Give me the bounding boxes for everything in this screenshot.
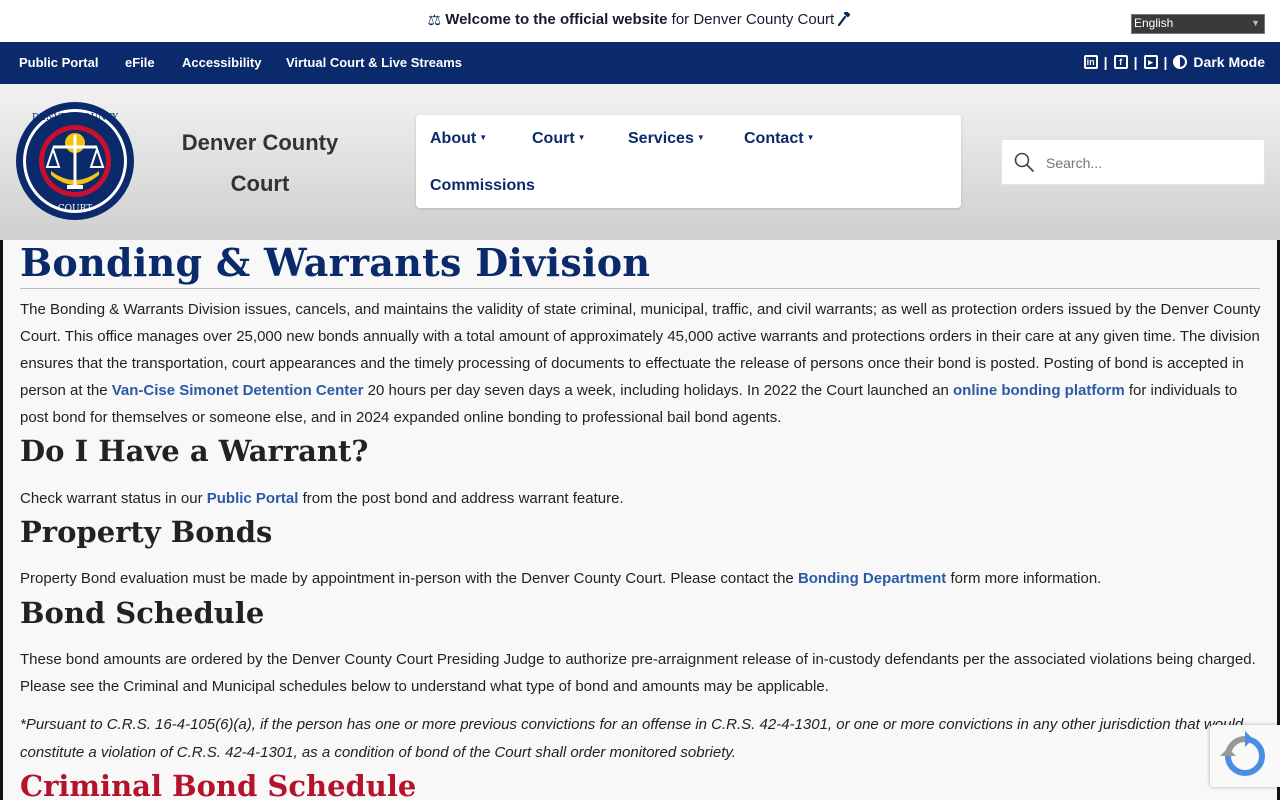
property-paragraph: Property Bond evaluation must be made by… [20,565,1265,592]
util-link-efile[interactable]: eFile [125,55,155,70]
util-link-accessibility[interactable]: Accessibility [182,55,262,70]
nav-label: About [430,130,477,147]
welcome-strong: Welcome to the official website [445,11,668,28]
search-box [1001,139,1265,185]
page-title: Bonding & Warrants Division [20,240,651,285]
nav-label: Services [628,130,694,147]
search-icon [1014,152,1034,172]
language-select[interactable]: English ▼ [1131,14,1265,34]
nav-item-commissions[interactable]: Commissions [430,177,535,195]
gavel-icon [838,10,852,29]
intro-text-2: 20 hours per day seven days a week, incl… [363,382,954,399]
sobriety-note: *Pursuant to C.R.S. 16-4-105(6)(a), if t… [20,716,1244,761]
util-link-virtual-court[interactable]: Virtual Court & Live Streams [286,55,462,70]
schedule-paragraph: These bond amounts are ordered by the De… [20,651,1256,695]
site-name[interactable]: Denver County Court [160,122,360,204]
intro-paragraph: The Bonding & Warrants Division issues, … [20,296,1265,431]
linkedin-icon[interactable]: in [1083,55,1098,69]
recaptcha-icon [1220,731,1265,776]
search-input[interactable] [1046,152,1246,174]
nav-item-contact[interactable]: Contact ▼ [744,130,814,148]
nav-label: Contact [744,130,804,147]
nav-item-services[interactable]: Services ▼ [628,130,705,148]
nav-item-about[interactable]: About ▼ [430,130,487,148]
util-link-public-portal[interactable]: Public Portal [19,55,98,70]
criminal-schedule-heading: Criminal Bond Schedule [20,769,417,800]
divider: | [1133,54,1138,70]
warrant-heading: Do I Have a Warrant? [20,434,369,468]
social-links: in | f | ▸ | Dark Mode [1083,54,1265,70]
warrant-text-2: from the post bond and address warrant f… [298,490,624,507]
welcome-message: ⚖ Welcome to the official website for De… [0,10,1280,29]
detention-center-link[interactable]: Van-Cise Simonet Detention Center [112,382,364,399]
warrant-paragraph: Check warrant status in our Public Porta… [20,485,1265,512]
chevron-down-icon: ▼ [1251,18,1260,28]
seal-bottom-text: COURT [58,204,92,214]
contrast-icon[interactable] [1173,55,1188,69]
scales-icon: ⚖ [427,12,442,29]
property-heading: Property Bonds [20,515,273,549]
caret-down-icon: ▼ [806,133,815,142]
utility-nav: Public Portal eFile Accessibility Virtua… [0,42,1280,84]
welcome-bar: ⚖ Welcome to the official website for De… [0,0,1280,42]
divider: | [1103,54,1108,70]
facebook-icon[interactable]: f [1113,55,1128,69]
public-portal-link[interactable]: Public Portal [207,490,299,507]
property-text-2: form more information. [946,570,1102,587]
recaptcha-badge[interactable] [1210,725,1280,787]
caret-down-icon: ▼ [479,133,488,142]
youtube-icon[interactable]: ▸ [1143,55,1158,69]
main-content: Bonding & Warrants Division The Bonding … [0,240,1280,800]
language-selected: English [1134,16,1174,30]
nav-item-court[interactable]: Court ▼ [532,130,586,148]
warrant-text-1: Check warrant status in our [20,490,207,507]
schedule-heading: Bond Schedule [20,596,265,630]
property-text-1: Property Bond evaluation must be made by… [20,570,798,587]
divider: | [1163,54,1168,70]
title-divider [20,288,1260,289]
nav-label: Court [532,130,575,147]
court-seal-logo[interactable]: DENVER COUNTY COURT [15,101,135,221]
online-bonding-link[interactable]: online bonding platform [953,382,1125,399]
welcome-rest: for Denver County Court [671,11,835,28]
bonding-department-link[interactable]: Bonding Department [798,570,946,587]
site-header: DENVER COUNTY COURT Denver County Court … [0,84,1280,240]
dark-mode-toggle[interactable]: Dark Mode [1193,54,1265,70]
caret-down-icon: ▼ [577,133,586,142]
caret-down-icon: ▼ [696,133,705,142]
main-nav: About ▼ Court ▼ Services ▼ Contact ▼ Commiss… [416,115,961,208]
seal-top-text: DENVER COUNTY [32,113,119,123]
